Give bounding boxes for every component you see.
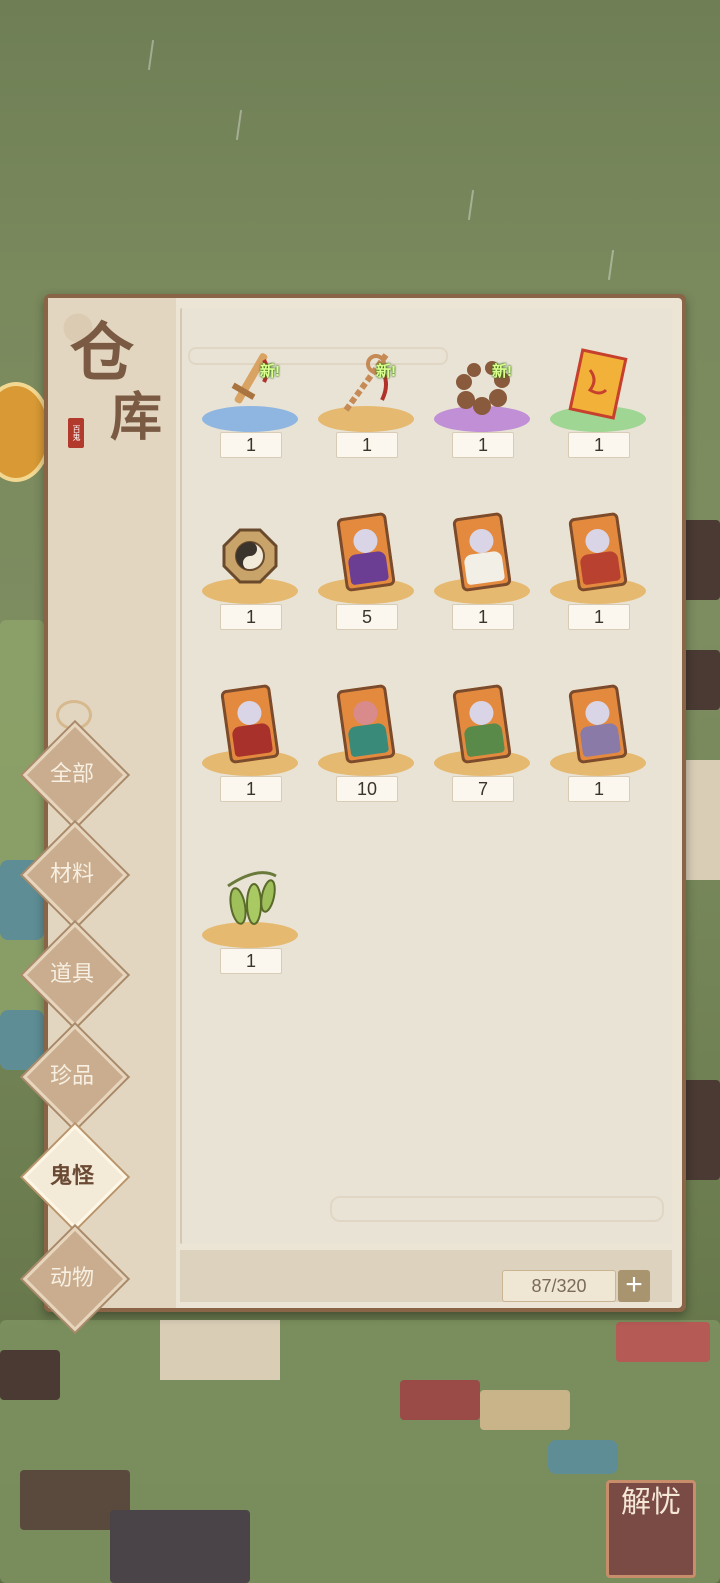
item-slot[interactable]: 7 [424, 664, 540, 810]
item-count: 1 [568, 432, 630, 458]
item-slot[interactable]: 新! 1 [424, 320, 540, 466]
item-slot[interactable]: 1 [540, 492, 656, 638]
ghost-card-demon-icon [336, 683, 396, 765]
rain-streak [147, 40, 155, 70]
building-roof [110, 1510, 250, 1583]
item-slot[interactable]: 1 [540, 664, 656, 810]
new-badge: 新! [376, 363, 396, 380]
new-badge: 新! [260, 363, 280, 380]
item-slot[interactable]: 新! 1 [308, 320, 424, 466]
paper-charm-icon [568, 340, 628, 420]
ghost-card-maiden-icon [220, 683, 280, 765]
stall-roof [480, 1390, 570, 1430]
expand-capacity-button[interactable]: + [618, 1270, 650, 1302]
item-count: 1 [220, 948, 282, 974]
seal-stamp: 百鬼 [68, 418, 84, 448]
item-count: 1 [220, 432, 282, 458]
ghost-card-bookkeeper-icon [568, 683, 628, 765]
item-count: 1 [452, 604, 514, 630]
rain-streak [235, 110, 243, 140]
ghost-card-scholar-icon [452, 511, 512, 593]
item-count: 5 [336, 604, 398, 630]
item-slot[interactable]: 1 [192, 664, 308, 810]
ghost-card-elder-icon [568, 511, 628, 593]
tab-label: 材料 [49, 862, 94, 887]
building-roof [682, 520, 720, 600]
building-wall [160, 1320, 280, 1380]
item-slot[interactable]: 1 [424, 492, 540, 638]
tab-animals[interactable]: 动物 [22, 1226, 128, 1332]
tab-label: 鬼怪 [49, 1164, 94, 1189]
panel-title-main: 仓 [70, 316, 134, 391]
tab-label: 道具 [49, 962, 94, 987]
item-count: 1 [568, 776, 630, 802]
capacity-display: 87/320 [502, 1270, 616, 1302]
item-count: 10 [336, 776, 398, 802]
tab-all[interactable]: 全部 [22, 722, 128, 828]
tab-treasures[interactable]: 珍品 [22, 1024, 128, 1130]
item-count: 7 [452, 776, 514, 802]
item-slot[interactable]: 新! 1 [192, 320, 308, 466]
scroll-indicator-bottom [330, 1196, 664, 1222]
bagua-mirror-icon [220, 512, 280, 592]
ghost-card-farmer-icon [452, 683, 512, 765]
panel-title-sub: 库 [110, 387, 163, 448]
tab-label: 动物 [49, 1266, 94, 1291]
soybean-pods-icon [220, 856, 280, 936]
stall-roof [616, 1322, 710, 1362]
rain-streak [467, 190, 475, 220]
building-wall [686, 760, 720, 880]
building-roof [0, 1350, 60, 1400]
item-slot[interactable]: 1 [540, 320, 656, 466]
item-slot[interactable]: 10 [308, 664, 424, 810]
tab-label: 珍品 [49, 1064, 94, 1089]
item-count: 1 [452, 432, 514, 458]
tab-label: 全部 [49, 762, 94, 787]
new-badge: 新! [492, 363, 512, 380]
item-slot[interactable]: 1 [192, 836, 308, 982]
tab-tools[interactable]: 道具 [22, 922, 128, 1028]
tab-ghosts[interactable]: 鬼怪 [22, 1124, 128, 1230]
building-roof [682, 1080, 720, 1180]
water-tub [548, 1440, 618, 1474]
item-slot[interactable]: 5 [308, 492, 424, 638]
item-count: 1 [220, 604, 282, 630]
rain-streak [607, 250, 615, 280]
item-count: 1 [220, 776, 282, 802]
tab-materials[interactable]: 材料 [22, 822, 128, 928]
ghost-card-purple-icon [336, 511, 396, 593]
jieyou-button[interactable]: 解忧 [606, 1480, 696, 1578]
stall-roof [400, 1380, 480, 1420]
item-slot[interactable]: 1 [192, 492, 308, 638]
item-count: 1 [336, 432, 398, 458]
item-count: 1 [568, 604, 630, 630]
building-roof [682, 650, 720, 710]
